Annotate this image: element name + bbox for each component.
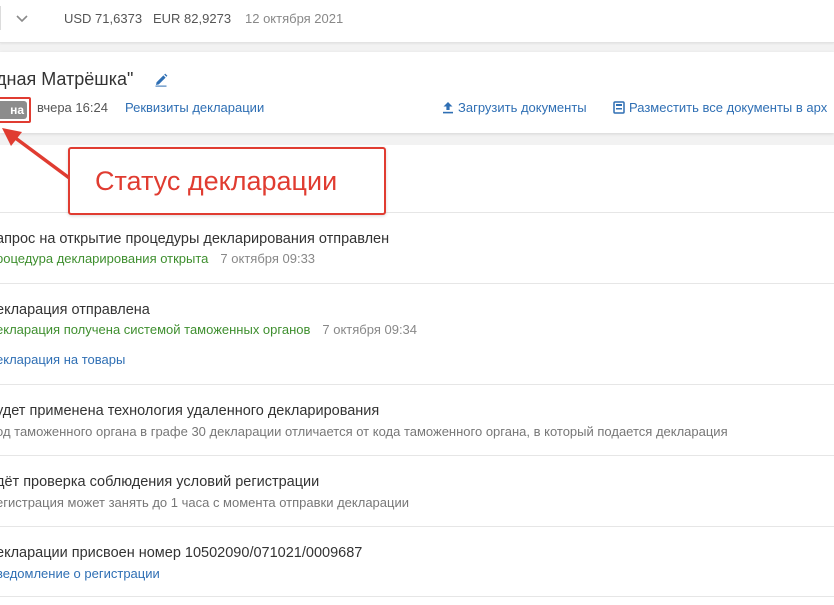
event-title: удет применена технология удаленного дек…: [0, 403, 380, 419]
event-item: екларации присвоен номер 10502090/071021…: [0, 526, 834, 597]
upload-documents-label: Загрузить документы: [458, 100, 587, 115]
status-annotation: Статус декларации: [68, 147, 386, 215]
upload-icon: [443, 102, 453, 114]
last-update-time: вчера 16:24: [37, 100, 108, 115]
event-status: екларация получена системой таможенных о…: [0, 322, 311, 337]
archive-documents-button[interactable]: Разместить все документы в арх: [613, 100, 827, 115]
event-title: дёт проверка соблюдения условий регистра…: [0, 474, 320, 490]
eur-rate: EUR 82,9273: [153, 11, 232, 26]
top-bar: USD 71,6373 EUR 82,9273 12 октября 2021: [0, 0, 834, 43]
event-item: апрос на открытие процедуры декларирован…: [0, 212, 834, 283]
event-title: екларации присвоен номер 10502090/071021…: [0, 545, 363, 561]
event-status-line: роцедура декларирования открыта 7 октября…: [0, 251, 315, 266]
usd-rate: USD 71,6373: [64, 11, 143, 26]
event-time: 7 октября 09:34: [322, 322, 418, 337]
event-status-line: екларация получена системой таможенных о…: [0, 322, 417, 337]
requisites-link[interactable]: Реквизиты декларации: [125, 100, 264, 115]
divider: [0, 6, 1, 30]
goods-declaration-link[interactable]: екларация на товары: [0, 352, 125, 367]
event-note: егистрация может занять до 1 часа с моме…: [0, 495, 409, 510]
registration-notice-link[interactable]: ведомление о регистрации: [0, 566, 160, 581]
status-annotation-label: Статус декларации: [95, 166, 338, 196]
event-item: удет применена технология удаленного дек…: [0, 384, 834, 455]
archive-documents-label: Разместить все документы в арх: [629, 100, 828, 115]
event-time: 7 октября 09:33: [220, 251, 316, 266]
pencil-icon[interactable]: [154, 73, 168, 87]
status-badge-label: на: [0, 101, 27, 119]
event-title: апрос на открытие процедуры декларирован…: [0, 231, 390, 247]
event-item: екларация отправлена екларация получена …: [0, 283, 834, 384]
event-title: екларация отправлена: [0, 302, 150, 318]
event-note: од таможенного органа в графе 30 деклара…: [0, 424, 728, 439]
event-item: дёт проверка соблюдения условий регистра…: [0, 455, 834, 526]
upload-documents-button[interactable]: Загрузить документы: [442, 100, 587, 115]
chevron-down-icon[interactable]: [14, 10, 30, 26]
declaration-title: дная Матрёшка": [0, 69, 134, 89]
archive-icon: [613, 101, 625, 114]
current-date: 12 октября 2021: [245, 11, 344, 26]
event-status: роцедура декларирования открыта: [0, 251, 209, 266]
declaration-header: дная Матрёшка" на вчера 16:24 Реквизиты …: [0, 52, 834, 133]
